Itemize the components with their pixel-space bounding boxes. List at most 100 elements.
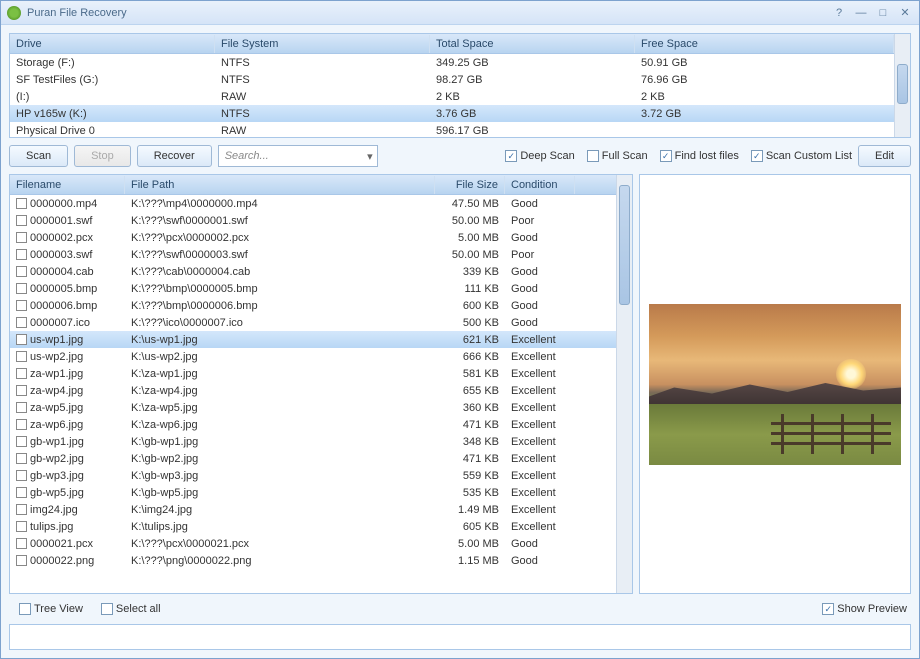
file-checkbox[interactable] — [16, 555, 27, 566]
file-checkbox[interactable] — [16, 453, 27, 464]
file-row[interactable]: 0000003.swfK:\???\swf\0000003.swf50.00 M… — [10, 246, 616, 263]
file-cell-path: K:\???\ico\0000007.ico — [125, 316, 435, 330]
file-checkbox[interactable] — [16, 538, 27, 549]
file-checkbox[interactable] — [16, 198, 27, 209]
file-name: 0000005.bmp — [30, 283, 97, 295]
file-row[interactable]: 0000021.pcxK:\???\pcx\0000021.pcx5.00 MB… — [10, 535, 616, 552]
file-row[interactable]: gb-wp1.jpgK:\gb-wp1.jpg348 KBExcellent — [10, 433, 616, 450]
file-name: gb-wp3.jpg — [30, 470, 84, 482]
scrollbar-thumb[interactable] — [619, 185, 630, 305]
file-cell-path: K:\gb-wp3.jpg — [125, 469, 435, 483]
file-cell-cond: Excellent — [505, 520, 575, 534]
file-row[interactable]: 0000006.bmpK:\???\bmp\0000006.bmp600 KBG… — [10, 297, 616, 314]
file-row[interactable]: gb-wp2.jpgK:\gb-wp2.jpg471 KBExcellent — [10, 450, 616, 467]
drive-row[interactable]: (I:)RAW2 KB2 KB — [10, 88, 894, 105]
drive-header-total[interactable]: Total Space — [430, 35, 635, 53]
file-row[interactable]: us-wp1.jpgK:\us-wp1.jpg621 KBExcellent — [10, 331, 616, 348]
file-row[interactable]: za-wp4.jpgK:\za-wp4.jpg655 KBExcellent — [10, 382, 616, 399]
file-cell-path: K:\img24.jpg — [125, 503, 435, 517]
file-cell-cond: Good — [505, 197, 575, 211]
file-checkbox[interactable] — [16, 385, 27, 396]
show-preview-checkbox[interactable]: Show Preview — [822, 603, 907, 615]
file-cell-name: us-wp1.jpg — [10, 333, 125, 347]
scan-button[interactable]: Scan — [9, 145, 68, 167]
file-cell-size: 581 KB — [435, 367, 505, 381]
file-cell-name: 0000021.pcx — [10, 537, 125, 551]
file-checkbox[interactable] — [16, 351, 27, 362]
file-checkbox[interactable] — [16, 283, 27, 294]
file-cell-cond: Excellent — [505, 435, 575, 449]
scrollbar-thumb[interactable] — [897, 64, 908, 104]
file-row[interactable]: tulips.jpgK:\tulips.jpg605 KBExcellent — [10, 518, 616, 535]
file-row[interactable]: 0000001.swfK:\???\swf\0000001.swf50.00 M… — [10, 212, 616, 229]
drive-header-drive[interactable]: Drive — [10, 35, 215, 53]
recover-button[interactable]: Recover — [137, 145, 212, 167]
file-row[interactable]: gb-wp5.jpgK:\gb-wp5.jpg535 KBExcellent — [10, 484, 616, 501]
file-cell-cond: Good — [505, 554, 575, 568]
file-scrollbar[interactable] — [616, 175, 632, 593]
select-all-checkbox[interactable]: Select all — [101, 603, 161, 615]
file-checkbox[interactable] — [16, 266, 27, 277]
file-cell-path: K:\???\swf\0000001.swf — [125, 214, 435, 228]
close-button[interactable]: ✕ — [897, 6, 913, 20]
file-row[interactable]: us-wp2.jpgK:\us-wp2.jpg666 KBExcellent — [10, 348, 616, 365]
drive-cell: HP v165w (K:) — [10, 107, 215, 121]
file-header-name[interactable]: Filename — [10, 176, 125, 194]
file-row[interactable]: 0000007.icoK:\???\ico\0000007.ico500 KBG… — [10, 314, 616, 331]
file-checkbox[interactable] — [16, 402, 27, 413]
file-row[interactable]: img24.jpgK:\img24.jpg1.49 MBExcellent — [10, 501, 616, 518]
drive-row[interactable]: HP v165w (K:)NTFS3.76 GB3.72 GB — [10, 105, 894, 122]
stop-button[interactable]: Stop — [74, 145, 131, 167]
drive-row[interactable]: SF TestFiles (G:)NTFS98.27 GB76.96 GB — [10, 71, 894, 88]
file-checkbox[interactable] — [16, 334, 27, 345]
file-row[interactable]: za-wp6.jpgK:\za-wp6.jpg471 KBExcellent — [10, 416, 616, 433]
file-row[interactable]: za-wp5.jpgK:\za-wp5.jpg360 KBExcellent — [10, 399, 616, 416]
drive-table: Drive File System Total Space Free Space… — [10, 34, 894, 137]
edit-button[interactable]: Edit — [858, 145, 911, 167]
file-row[interactable]: gb-wp3.jpgK:\gb-wp3.jpg559 KBExcellent — [10, 467, 616, 484]
drive-row[interactable]: Storage (F:)NTFS349.25 GB50.91 GB — [10, 54, 894, 71]
file-cell-path: K:\???\png\0000022.png — [125, 554, 435, 568]
file-checkbox[interactable] — [16, 419, 27, 430]
file-cell-cond: Excellent — [505, 367, 575, 381]
file-checkbox[interactable] — [16, 317, 27, 328]
file-row[interactable]: 0000004.cabK:\???\cab\0000004.cab339 KBG… — [10, 263, 616, 280]
file-row[interactable]: 0000000.mp4K:\???\mp4\0000000.mp447.50 M… — [10, 195, 616, 212]
file-row[interactable]: za-wp1.jpgK:\za-wp1.jpg581 KBExcellent — [10, 365, 616, 382]
file-checkbox[interactable] — [16, 232, 27, 243]
file-header-path[interactable]: File Path — [125, 176, 435, 194]
file-row[interactable]: 0000005.bmpK:\???\bmp\0000005.bmp111 KBG… — [10, 280, 616, 297]
file-name: 0000002.pcx — [30, 232, 93, 244]
file-checkbox[interactable] — [16, 300, 27, 311]
file-cell-size: 111 KB — [435, 282, 505, 296]
drive-row[interactable]: Physical Drive 0RAW596.17 GB — [10, 122, 894, 137]
file-cell-path: K:\gb-wp1.jpg — [125, 435, 435, 449]
help-button[interactable]: ? — [831, 6, 847, 20]
file-row[interactable]: 0000022.pngK:\???\png\0000022.png1.15 MB… — [10, 552, 616, 569]
file-checkbox[interactable] — [16, 249, 27, 260]
full-scan-checkbox[interactable]: Full Scan — [587, 150, 648, 162]
file-header-cond[interactable]: Condition — [505, 176, 575, 194]
drive-header-fs[interactable]: File System — [215, 35, 430, 53]
tree-view-checkbox[interactable]: Tree View — [19, 603, 83, 615]
file-cell-size: 500 KB — [435, 316, 505, 330]
search-input[interactable]: Search... — [218, 145, 378, 167]
maximize-button[interactable]: □ — [875, 6, 891, 20]
drive-scrollbar[interactable] — [894, 34, 910, 137]
file-checkbox[interactable] — [16, 215, 27, 226]
file-checkbox[interactable] — [16, 487, 27, 498]
find-lost-checkbox[interactable]: Find lost files — [660, 150, 739, 162]
file-checkbox[interactable] — [16, 368, 27, 379]
minimize-button[interactable]: — — [853, 6, 869, 20]
file-checkbox[interactable] — [16, 470, 27, 481]
file-checkbox[interactable] — [16, 504, 27, 515]
file-checkbox[interactable] — [16, 436, 27, 447]
file-row[interactable]: 0000002.pcxK:\???\pcx\0000002.pcx5.00 MB… — [10, 229, 616, 246]
drive-header-free[interactable]: Free Space — [635, 35, 894, 53]
deep-scan-checkbox[interactable]: Deep Scan — [505, 150, 574, 162]
file-header-size[interactable]: File Size — [435, 176, 505, 194]
file-cell-path: K:\???\pcx\0000002.pcx — [125, 231, 435, 245]
custom-list-checkbox[interactable]: Scan Custom List — [751, 150, 852, 162]
file-cell-name: gb-wp2.jpg — [10, 452, 125, 466]
file-checkbox[interactable] — [16, 521, 27, 532]
